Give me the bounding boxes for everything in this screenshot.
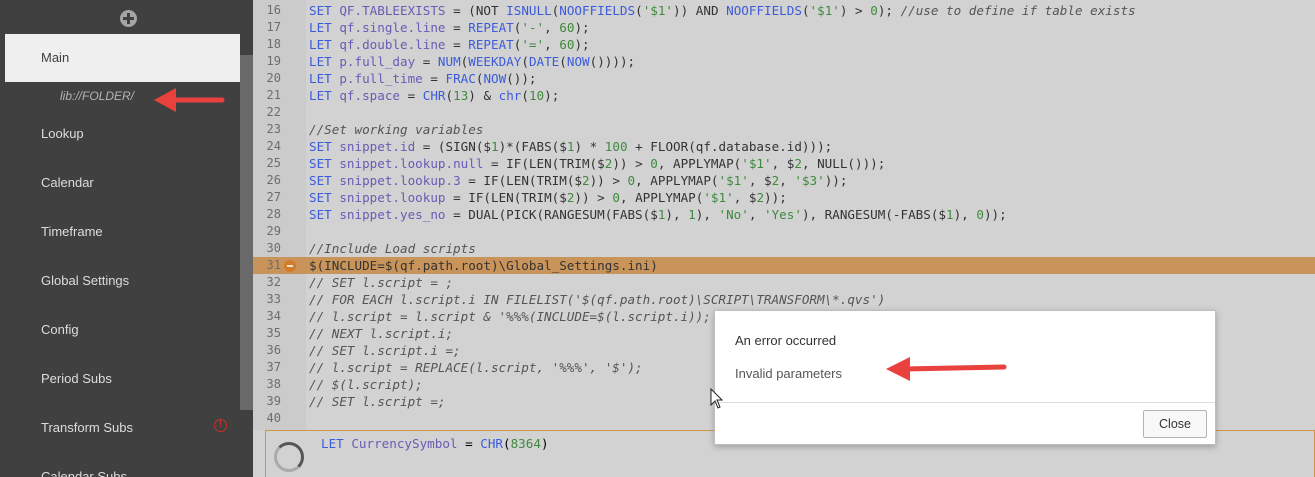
code-line[interactable]: 33 // FOR EACH l.script.i IN FILELIST('$(… (253, 291, 1315, 308)
dialog-divider (715, 402, 1215, 403)
code-text: SET snippet.lookup = IF(LEN(TRIM($2)) > … (309, 190, 787, 205)
code-text: SET snippet.yes_no = DUAL(PICK(RANGESUM(… (309, 207, 1007, 222)
line-number: 29 (266, 224, 281, 238)
line-number: 40 (266, 411, 281, 425)
line-number: 16 (266, 3, 281, 17)
code-line[interactable]: 18 LET qf.double.line = REPEAT('=', 60); (253, 36, 1315, 53)
code-text: // $(l.script); (309, 377, 423, 392)
line-number: 18 (266, 37, 281, 51)
code-line[interactable]: 25 SET snippet.lookup.null = IF(LEN(TRIM(… (253, 155, 1315, 172)
code-text: // l.script = l.script & '%%%(INCLUDE=$(… (309, 309, 711, 324)
code-text: // NEXT l.script.i; (309, 326, 454, 341)
code-line[interactable]: 19 LET p.full_day = NUM(WEEKDAY(DATE(NOW(… (253, 53, 1315, 70)
sidebar-item-label: Config (41, 322, 79, 337)
sidebar-item-label: Global Settings (41, 273, 130, 288)
code-line[interactable]: 24 SET snippet.id = (SIGN($1)*(FABS($1) *… (253, 138, 1315, 155)
code-line[interactable]: 28 SET snippet.yes_no = DUAL(PICK(RANGESU… (253, 206, 1315, 223)
line-number: 30 (266, 241, 281, 255)
sidebar: Main lib://FOLDER/ Lookup Calendar Timef… (0, 0, 240, 477)
code-line[interactable]: 27 SET snippet.lookup = IF(LEN(TRIM($2)) … (253, 189, 1315, 206)
code-text: // FOR EACH l.script.i IN FILELIST('$(qf… (309, 292, 886, 307)
line-number: 34 (266, 309, 281, 323)
code-text: //Set working variables (309, 122, 484, 137)
sidebar-item-main[interactable]: Main (5, 34, 240, 82)
code-text: LET p.full_day = NUM(WEEKDAY(DATE(NOW())… (309, 54, 636, 69)
code-text: // SET l.script.i =; (309, 343, 461, 358)
sidebar-item-period-subs[interactable]: Period Subs (0, 371, 240, 386)
line-number: 21 (266, 88, 281, 102)
sidebar-item-calendar[interactable]: Calendar (0, 175, 240, 190)
sidebar-item-transform-subs[interactable]: Transform Subs (0, 420, 240, 435)
code-line[interactable]: 31 $(INCLUDE=$(qf.path.root)\Global_Setti… (253, 257, 1315, 274)
sidebar-item-global-settings[interactable]: Global Settings (0, 273, 240, 288)
line-number: 20 (266, 71, 281, 85)
code-text: SET snippet.id = (SIGN($1)*(FABS($1) * 1… (309, 139, 833, 154)
sidebar-item-timeframe[interactable]: Timeframe (0, 224, 240, 239)
line-number: 28 (266, 207, 281, 221)
line-number: 35 (266, 326, 281, 340)
sidebar-item-calendar-subs[interactable]: Calendar Subs (0, 469, 240, 477)
line-number: 37 (266, 360, 281, 374)
code-text: LET p.full_time = FRAC(NOW()); (309, 71, 537, 86)
annotation-arrow-icon (154, 88, 225, 112)
error-marker-icon[interactable] (284, 260, 296, 272)
sidebar-item-label: Main (41, 50, 70, 65)
code-text: // l.script = REPLACE(l.script, '%%%', '… (309, 360, 643, 375)
code-text: $(INCLUDE=$(qf.path.root)\Global_Setting… (309, 258, 658, 273)
line-number: 31 (266, 258, 281, 272)
code-line[interactable]: 21 LET qf.space = CHR(13) & chr(10); (253, 87, 1315, 104)
code-line: LET CurrencySymbol = CHR(8364) (321, 436, 549, 451)
code-line[interactable]: 16 SET QF.TABLEEXISTS = (NOT ISNULL(NOOFF… (253, 2, 1315, 19)
code-text: SET QF.TABLEEXISTS = (NOT ISNULL(NOOFFIE… (309, 3, 1136, 18)
line-number: 27 (266, 190, 281, 204)
sidebar-item-label: Calendar Subs (41, 469, 127, 477)
sidebar-item-label: Transform Subs (41, 420, 133, 435)
line-number: 38 (266, 377, 281, 391)
code-text: //Include Load scripts (309, 241, 476, 256)
line-number: 32 (266, 275, 281, 289)
warning-icon: ! (214, 419, 227, 432)
line-number: 19 (266, 54, 281, 68)
code-line[interactable]: 17 LET qf.single.line = REPEAT('-', 60); (253, 19, 1315, 36)
annotation-arrow-icon (886, 357, 1007, 381)
code-text: LET qf.space = CHR(13) & chr(10); (309, 88, 560, 103)
code-text: SET snippet.lookup.null = IF(LEN(TRIM($2… (309, 156, 886, 171)
code-text: LET qf.double.line = REPEAT('=', 60); (309, 37, 590, 52)
code-line[interactable]: 26 SET snippet.lookup.3 = IF(LEN(TRIM($2)… (253, 172, 1315, 189)
line-number: 33 (266, 292, 281, 306)
code-text: SET snippet.lookup.3 = IF(LEN(TRIM($2)) … (309, 173, 848, 188)
line-number: 22 (266, 105, 281, 119)
code-text: LET qf.single.line = REPEAT('-', 60); (309, 20, 590, 35)
sidebar-item-config[interactable]: Config (0, 322, 240, 337)
close-button[interactable]: Close (1143, 410, 1207, 438)
loading-spinner-icon (274, 442, 304, 472)
sidebar-item-lookup[interactable]: Lookup (0, 126, 240, 141)
code-line[interactable]: 20 LET p.full_time = FRAC(NOW()); (253, 70, 1315, 87)
line-number: 26 (266, 173, 281, 187)
dialog-title: An error occurred (735, 333, 837, 348)
sidebar-item-label: Calendar (41, 175, 94, 190)
code-line[interactable]: 30 //Include Load scripts (253, 240, 1315, 257)
sidebar-item-label: Lookup (41, 126, 84, 141)
code-line[interactable]: 22 (253, 104, 1315, 121)
line-number: 25 (266, 156, 281, 170)
code-line[interactable]: 32 // SET l.script = ; (253, 274, 1315, 291)
sidebar-item-label: Period Subs (41, 371, 112, 386)
code-text: // SET l.script = ; (309, 275, 454, 290)
line-number: 23 (266, 122, 281, 136)
lib-folder-path[interactable]: lib://FOLDER/ (60, 89, 134, 103)
code-line[interactable]: 29 (253, 223, 1315, 240)
add-section-button[interactable] (120, 10, 137, 27)
sidebar-item-label: Timeframe (41, 224, 103, 239)
code-text: // SET l.script =; (309, 394, 446, 409)
dialog-message: Invalid parameters (735, 366, 842, 381)
code-line[interactable]: 23 //Set working variables (253, 121, 1315, 138)
sidebar-scrollbar[interactable] (240, 55, 253, 410)
line-number: 39 (266, 394, 281, 408)
mouse-cursor-icon (710, 388, 724, 409)
line-number: 17 (266, 20, 281, 34)
line-number: 36 (266, 343, 281, 357)
line-number: 24 (266, 139, 281, 153)
